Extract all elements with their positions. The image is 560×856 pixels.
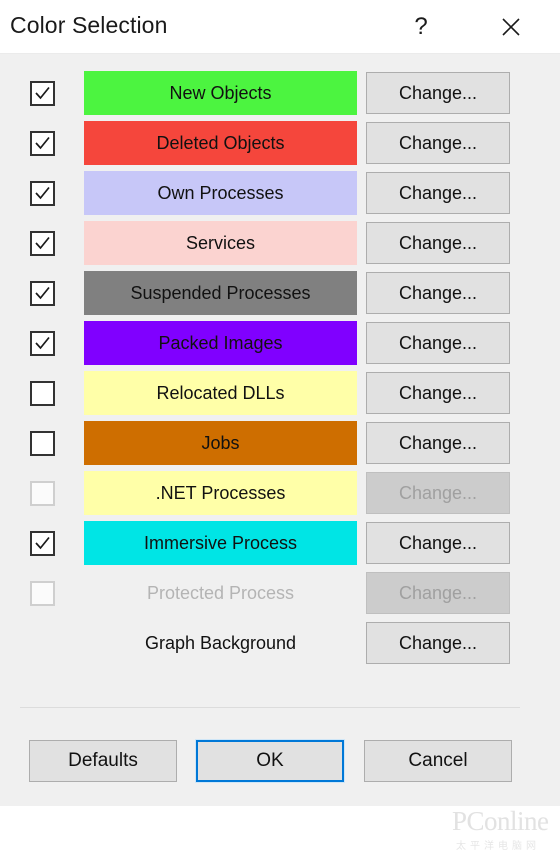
color-swatch: Packed Images [84,321,357,365]
change-color-button[interactable]: Change... [366,422,510,464]
cancel-button[interactable]: Cancel [364,740,512,782]
question-mark-icon: ? [414,12,428,40]
footer-button-bar: Defaults OK Cancel [0,740,560,790]
row-checkbox[interactable] [30,231,55,256]
color-row: Suspended Processes Change... [0,268,560,318]
defaults-button[interactable]: Defaults [29,740,177,782]
color-swatch: Deleted Objects [84,121,357,165]
close-icon [500,16,522,38]
color-swatch: .NET Processes [84,471,357,515]
color-swatch: Suspended Processes [84,271,357,315]
footer-divider [20,707,520,708]
color-row: Deleted Objects Change... [0,118,560,168]
row-checkbox[interactable] [30,431,55,456]
change-color-button[interactable]: Change... [366,272,510,314]
ok-button[interactable]: OK [196,740,344,782]
watermark: PConline 太平洋电脑网 [452,806,560,856]
change-color-button: Change... [366,472,510,514]
row-checkbox[interactable] [30,281,55,306]
change-color-button[interactable]: Change... [366,372,510,414]
close-button[interactable] [488,0,534,53]
color-swatch: Services [84,221,357,265]
row-checkbox[interactable] [30,531,55,556]
change-color-button: Change... [366,572,510,614]
color-row: Own Processes Change... [0,168,560,218]
row-label: Protected Process [146,582,295,603]
color-row: Packed Images Change... [0,318,560,368]
color-row-list: New Objects Change... Deleted Objects Chang… [0,68,560,668]
color-row: Relocated DLLs Change... [0,368,560,418]
change-color-button[interactable]: Change... [366,522,510,564]
window-title: Color Selection [10,12,168,38]
row-checkbox [30,581,55,606]
color-swatch: Relocated DLLs [84,371,357,415]
color-swatch: Jobs [84,421,357,465]
color-row: Graph Background Change... [0,618,560,668]
row-checkbox[interactable] [30,181,55,206]
row-checkbox[interactable] [30,331,55,356]
title-bar: Color Selection ? [0,0,560,54]
color-swatch: New Objects [84,71,357,115]
color-row: .NET Processes Change... [0,468,560,518]
color-row: New Objects Change... [0,68,560,118]
color-swatch: Own Processes [84,171,357,215]
watermark-subtext: 太平洋电脑网 [456,841,540,852]
change-color-button[interactable]: Change... [366,72,510,114]
color-row: Protected Process Change... [0,568,560,618]
color-row: Services Change... [0,218,560,268]
change-color-button[interactable]: Change... [366,172,510,214]
row-checkbox[interactable] [30,381,55,406]
color-swatch: Immersive Process [84,521,357,565]
change-color-button[interactable]: Change... [366,622,510,664]
dialog-body: New Objects Change... Deleted Objects Chang… [0,54,560,852]
change-color-button[interactable]: Change... [366,122,510,164]
row-checkbox[interactable] [30,131,55,156]
row-checkbox [30,481,55,506]
color-row: Immersive Process Change... [0,518,560,568]
row-label: Graph Background [144,632,297,653]
help-button[interactable]: ? [398,0,444,53]
watermark-text: PConline [452,806,549,836]
change-color-button[interactable]: Change... [366,322,510,364]
color-row: Jobs Change... [0,418,560,468]
change-color-button[interactable]: Change... [366,222,510,264]
row-checkbox[interactable] [30,81,55,106]
